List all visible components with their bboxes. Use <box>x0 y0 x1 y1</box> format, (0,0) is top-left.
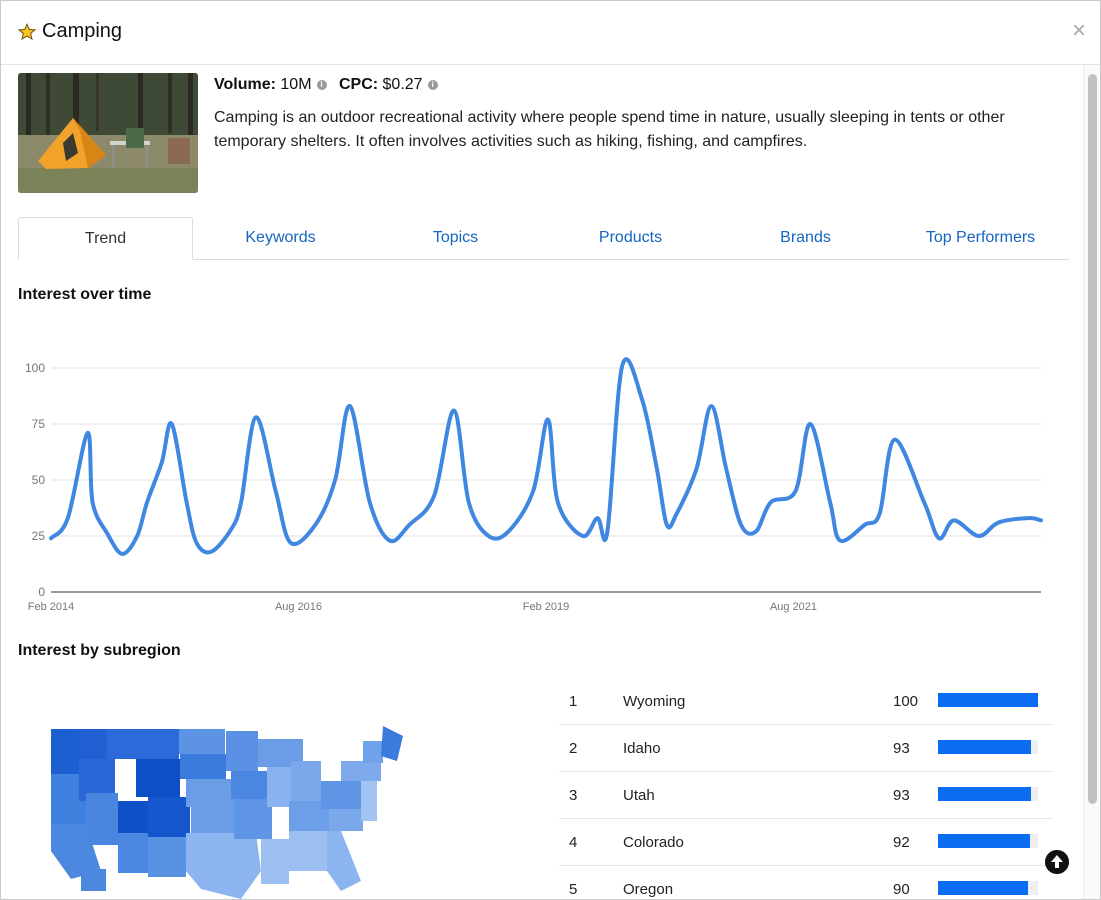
y-tick-label: 75 <box>32 417 46 431</box>
region-name: Oregon <box>623 881 674 898</box>
region-value: 93 <box>893 787 910 804</box>
modal-header: Camping × <box>1 1 1100 65</box>
arrow-up-icon[interactable] <box>1045 850 1069 874</box>
trend-section-title: Interest over time <box>18 286 152 303</box>
modal-title: Camping <box>42 20 123 42</box>
region-name: Idaho <box>623 740 661 757</box>
x-tick-label: Aug 2021 <box>770 601 817 613</box>
region-name: Colorado <box>623 834 684 851</box>
value-bar <box>938 740 1031 754</box>
x-tick-label: Feb 2014 <box>28 601 74 613</box>
region-value: 93 <box>893 740 910 757</box>
topic-description: Camping is an outdoor recreational activ… <box>214 109 1005 150</box>
subregion-section-title: Interest by subregion <box>18 642 181 659</box>
y-tick-label: 25 <box>32 529 46 543</box>
region-name: Wyoming <box>623 693 686 710</box>
value-bar-track <box>938 740 1038 754</box>
x-tick-label: Feb 2019 <box>523 601 569 613</box>
trend-line <box>49 357 1043 556</box>
info-icon[interactable]: i <box>316 79 327 90</box>
value-bar-track <box>938 834 1038 848</box>
value-bar-track <box>938 787 1038 801</box>
y-tick-label: 50 <box>32 473 46 487</box>
table-row[interactable]: 2 Idaho 93 <box>559 725 1053 772</box>
value-bar <box>938 834 1030 848</box>
table-row[interactable]: 3 Utah 93 <box>559 772 1053 819</box>
tab-keywords[interactable]: Keywords <box>193 217 368 259</box>
value-bar-track <box>938 881 1038 895</box>
table-row[interactable]: 1 Wyoming 100 <box>559 678 1053 725</box>
scrollbar-thumb[interactable] <box>1088 74 1097 804</box>
y-tick-label: 100 <box>25 361 45 375</box>
region-value: 92 <box>893 834 910 851</box>
info-icon[interactable]: i <box>427 79 438 90</box>
close-icon[interactable]: × <box>1072 19 1086 43</box>
rank: 5 <box>569 881 578 898</box>
tab-bar: Trend Keywords Topics Products Brands To… <box>18 217 1069 260</box>
tab-brands[interactable]: Brands <box>718 217 893 259</box>
rank: 3 <box>569 787 578 804</box>
tab-products[interactable]: Products <box>543 217 718 259</box>
rank: 1 <box>569 693 578 710</box>
camping-photo <box>18 73 198 193</box>
rank: 4 <box>569 834 578 851</box>
table-row[interactable]: 4 Colorado 92 <box>559 819 1053 866</box>
star-icon[interactable] <box>18 23 36 41</box>
value-bar-track <box>938 693 1038 707</box>
value-bar <box>938 693 1038 707</box>
value-bar <box>938 881 1028 895</box>
tab-topics[interactable]: Topics <box>368 217 543 259</box>
region-value: 100 <box>893 693 919 710</box>
x-tick-label: Aug 2016 <box>275 601 322 613</box>
us-subregion-map <box>51 726 403 899</box>
rank: 2 <box>569 740 578 757</box>
cpc-value: $0.27 <box>382 76 423 93</box>
table-row[interactable]: 5 Oregon 90 <box>559 866 1053 899</box>
camping-modal: Camping × Volume: 10M i CPC: $0.27 i Campi… <box>0 0 1101 900</box>
value-bar <box>938 787 1031 801</box>
y-tick-label: 0 <box>38 585 45 599</box>
volume-label: Volume: <box>214 76 276 93</box>
tab-trend[interactable]: Trend <box>18 217 193 260</box>
volume-value: 10M <box>280 76 312 93</box>
region-name: Utah <box>623 787 655 804</box>
metrics: Volume: 10M i CPC: $0.27 i <box>214 76 446 94</box>
subregion-table: 1 Wyoming 100 2 Idaho 93 3 Utah 93 4 Col… <box>559 678 1053 899</box>
interest-over-time-chart: 0 25 50 75 100 Feb 2014 Aug 2016 Feb 2019 Aug 20… <box>25 357 1043 613</box>
cpc-label: CPC: <box>338 76 379 93</box>
tab-top-performers[interactable]: Top Performers <box>893 217 1068 259</box>
region-value: 90 <box>893 881 910 898</box>
